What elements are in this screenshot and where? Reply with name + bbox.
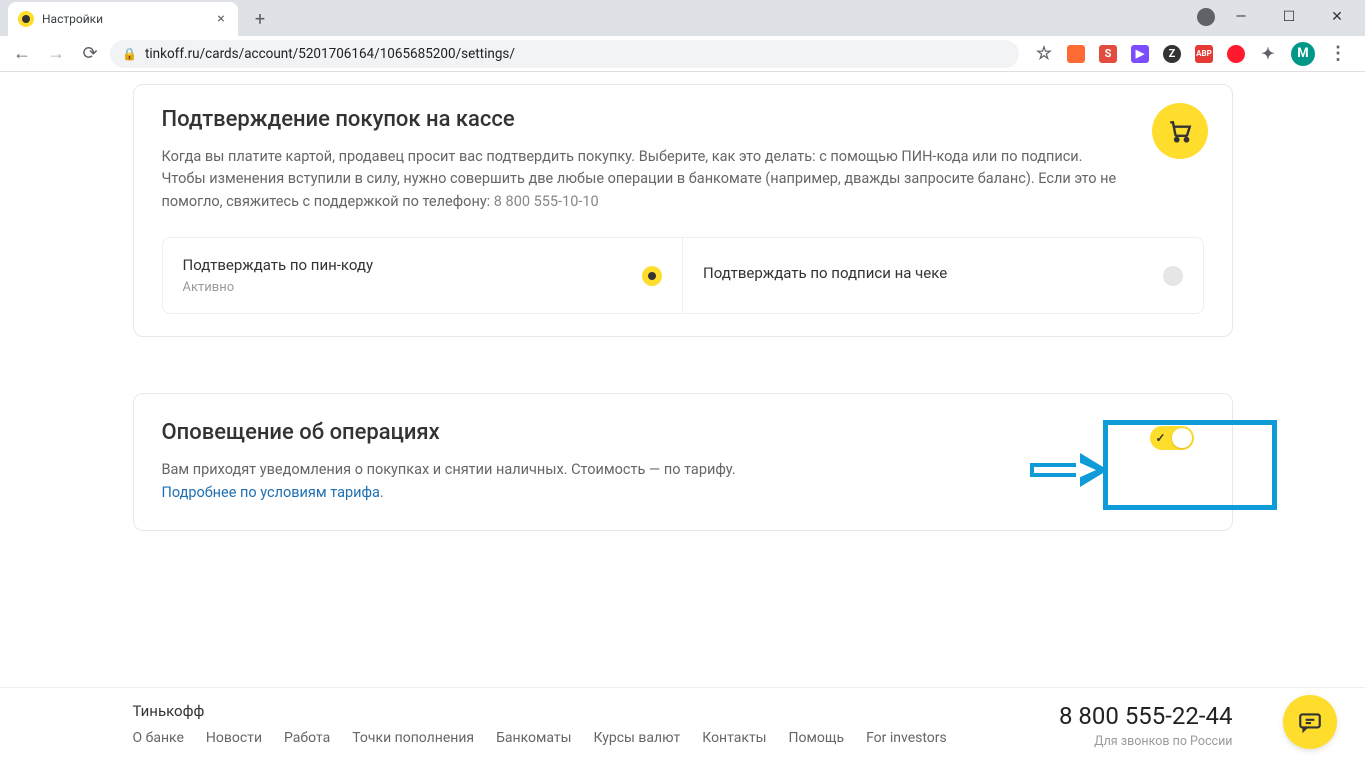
footer-link-investors[interactable]: For investors	[866, 730, 947, 746]
notifications-title: Оповещение об операциях	[162, 420, 736, 445]
extension-icon[interactable]	[1067, 45, 1085, 63]
maximize-button[interactable]: ☐	[1267, 2, 1311, 32]
footer: Тинькофф О банке Новости Работа Точки по…	[0, 687, 1365, 767]
close-icon[interactable]: ×	[214, 12, 228, 26]
tab-title: Настройки	[42, 12, 206, 26]
support-phone: 8 800 555-10-10	[494, 193, 599, 210]
footer-links: О банке Новости Работа Точки пополнения …	[133, 730, 947, 746]
extensions-menu-icon[interactable]: ✦	[1259, 45, 1277, 63]
card-description: Когда вы платите картой, продавец просит…	[162, 146, 1122, 213]
footer-phone: 8 800 555-22-44	[1059, 702, 1233, 730]
back-button[interactable]: ←	[8, 40, 36, 68]
option-pin[interactable]: Подтверждать по пин-коду Активно	[163, 238, 683, 313]
reload-button[interactable]: ⟳	[76, 40, 104, 68]
minimize-button[interactable]: —	[1219, 2, 1263, 32]
notifications-description: Вам приходят уведомления о покупках и сн…	[162, 459, 736, 504]
address-bar: ← → ⟳ 🔒 tinkoff.ru/cards/account/5201706…	[0, 36, 1365, 72]
browser-tab[interactable]: Настройки ×	[8, 2, 238, 36]
tariff-link[interactable]: Подробнее по условиям тарифа	[162, 484, 380, 501]
lock-icon: 🔒	[122, 47, 137, 61]
option-pin-status: Активно	[183, 280, 374, 295]
extension-icons: ☆ S ▶ Z ABP ✦ M ⋮	[1025, 42, 1357, 66]
extension-icon[interactable]: ▶	[1131, 45, 1149, 63]
option-signature[interactable]: Подтверждать по подписи на чеке	[682, 238, 1203, 313]
radio-unselected-icon	[1163, 266, 1183, 286]
adblock-icon[interactable]: ABP	[1195, 45, 1213, 63]
check-icon: ✓	[1156, 431, 1166, 445]
footer-link-contacts[interactable]: Контакты	[702, 730, 766, 746]
card-title: Подтверждение покупок на кассе	[162, 107, 1204, 132]
extension-icon[interactable]: Z	[1163, 45, 1181, 63]
extension-icon[interactable]: S	[1099, 45, 1117, 63]
window-controls: — ☐ ✕	[1197, 2, 1365, 32]
operation-notifications-card: Оповещение об операциях Вам приходят уве…	[133, 393, 1233, 531]
account-dot-icon[interactable]	[1197, 8, 1215, 26]
url-text: tinkoff.ru/cards/account/5201706164/1065…	[145, 46, 515, 62]
extension-icon[interactable]	[1227, 45, 1245, 63]
radio-selected-icon	[642, 266, 662, 286]
footer-link-refill[interactable]: Точки пополнения	[352, 730, 474, 746]
forward-button[interactable]: →	[42, 40, 70, 68]
purchase-confirmation-card: Подтверждение покупок на кассе Когда вы …	[133, 84, 1233, 337]
browser-menu-icon[interactable]: ⋮	[1329, 45, 1347, 63]
footer-link-help[interactable]: Помощь	[789, 730, 845, 746]
notifications-toggle[interactable]: ✓	[1150, 426, 1194, 450]
footer-brand: Тинькофф	[133, 702, 947, 720]
footer-link-news[interactable]: Новости	[206, 730, 262, 746]
option-pin-title: Подтверждать по пин-коду	[183, 256, 374, 274]
url-input[interactable]: 🔒 tinkoff.ru/cards/account/5201706164/10…	[110, 40, 1019, 68]
footer-phone-sub: Для звонков по России	[1059, 734, 1233, 749]
close-window-button[interactable]: ✕	[1315, 2, 1359, 32]
option-signature-title: Подтверждать по подписи на чеке	[703, 264, 947, 282]
footer-link-jobs[interactable]: Работа	[284, 730, 330, 746]
page-content: Подтверждение покупок на кассе Когда вы …	[0, 72, 1365, 767]
footer-link-atm[interactable]: Банкоматы	[496, 730, 571, 746]
chat-button[interactable]	[1283, 695, 1337, 749]
cart-icon	[1152, 103, 1208, 159]
confirmation-options: Подтверждать по пин-коду Активно Подтвер…	[162, 237, 1204, 314]
favicon-icon	[18, 11, 34, 27]
tab-strip: Настройки × + — ☐ ✕	[0, 0, 1365, 36]
toggle-knob	[1172, 428, 1192, 448]
profile-avatar[interactable]: M	[1291, 42, 1315, 66]
browser-chrome: Настройки × + — ☐ ✕ ← → ⟳ 🔒 tinkoff.ru/c…	[0, 0, 1365, 72]
footer-link-about[interactable]: О банке	[133, 730, 184, 746]
footer-link-rates[interactable]: Курсы валют	[594, 730, 681, 746]
new-tab-button[interactable]: +	[246, 5, 274, 33]
bookmark-star-icon[interactable]: ☆	[1035, 45, 1053, 63]
